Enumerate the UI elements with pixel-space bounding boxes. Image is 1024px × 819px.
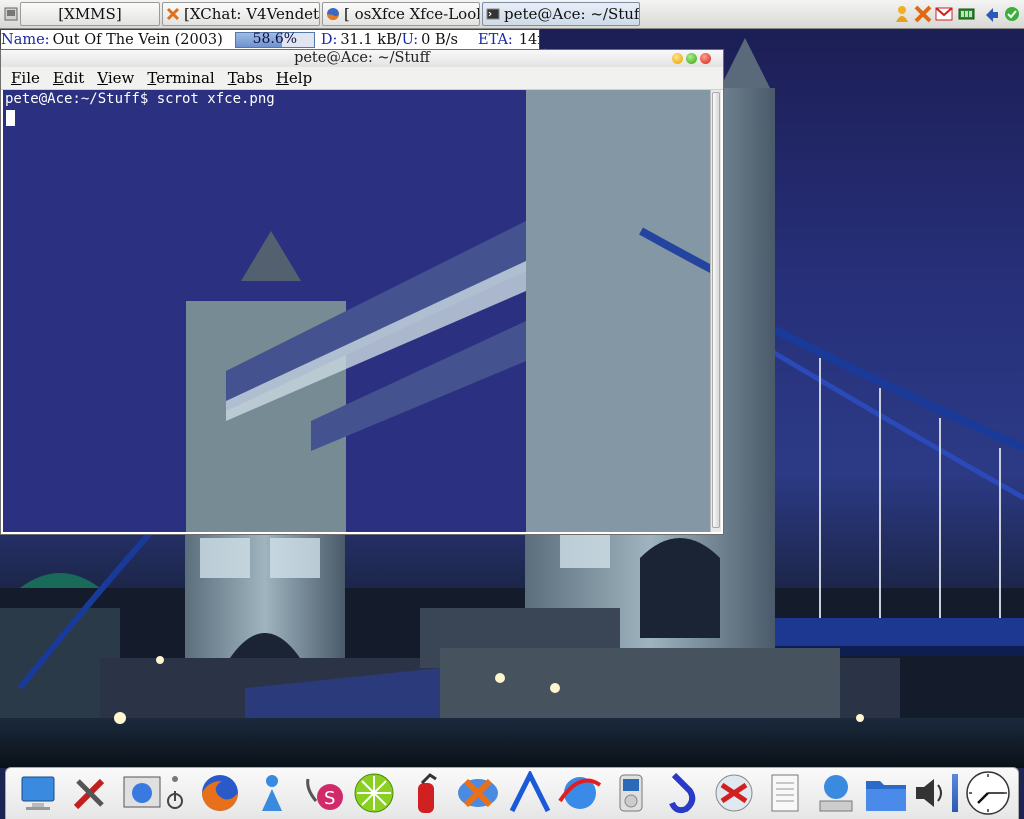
ipod-icon[interactable] <box>608 771 652 815</box>
document-icon[interactable] <box>764 771 808 815</box>
volume-icon[interactable] <box>912 771 946 815</box>
terminal-prompt-line: pete@Ace:~/Stuff$ scrot xfce.png <box>5 91 275 107</box>
menu-edit[interactable]: Edit <box>53 69 84 87</box>
terminal-cursor <box>6 110 15 126</box>
desktop-menu-icon[interactable] <box>4 7 18 21</box>
eta-label: ETA: <box>477 32 513 48</box>
menu-help[interactable]: Help <box>276 69 312 87</box>
power-icon[interactable] <box>162 771 188 815</box>
upload-rate: 0 B/s <box>421 32 458 48</box>
svg-text:S: S <box>324 788 335 809</box>
sax-icon[interactable] <box>660 771 704 815</box>
terminal-scrollbar[interactable] <box>710 90 721 532</box>
terminal-screen[interactable]: pete@Ace:~/Stuff$ scrot xfce.png <box>3 90 711 532</box>
terminal-transparent-background <box>3 90 711 532</box>
task-label: [XMMS] <box>58 5 122 23</box>
download-progress-bar: 58.6% <box>234 31 315 48</box>
terminal-menubar: File Edit View Terminal Tabs Help <box>1 67 723 90</box>
download-label: D: <box>320 32 338 48</box>
download-rate: 31.1 kB/ <box>340 32 402 48</box>
xchat-tray-icon[interactable] <box>914 5 932 23</box>
top-panel: [XMMS] [XChat: V4Vendetta... [ osXfce Xf… <box>0 0 1024 29</box>
fire-extinguisher-icon[interactable] <box>404 771 448 815</box>
task-firefox[interactable]: [ osXfce Xfce-Look.... <box>322 2 480 26</box>
terminal-icon <box>486 8 500 20</box>
gmail-icon[interactable] <box>935 5 953 23</box>
task-xmms[interactable]: [XMMS] <box>20 2 160 26</box>
xchat-icon[interactable] <box>456 771 500 815</box>
progress-percent: 58.6% <box>252 31 298 47</box>
task-terminal[interactable]: pete@Ace: ~/Stuff <box>482 2 640 26</box>
finder-icon[interactable] <box>16 771 60 815</box>
update-icon[interactable] <box>1003 5 1021 23</box>
eta-value: 14m 03s <box>518 32 539 48</box>
network-monitor-icon[interactable] <box>814 771 858 815</box>
minimize-button[interactable] <box>672 53 683 64</box>
menu-view[interactable]: View <box>97 69 134 87</box>
upload-label: U: <box>401 32 419 48</box>
task-label: [XChat: V4Vendetta... <box>184 5 319 23</box>
web-globe-icon[interactable] <box>558 771 602 815</box>
terminal-window[interactable]: pete@Ace: ~/Stuff File Edit View Termina… <box>0 49 724 535</box>
firefox-icon <box>327 8 339 20</box>
track-name: Out Of The Vein (2003) <box>52 32 223 48</box>
maximize-button[interactable] <box>686 53 697 64</box>
task-xchat[interactable]: [XChat: V4Vendetta... <box>162 2 320 26</box>
limewire-icon[interactable] <box>352 771 396 815</box>
arc-icon[interactable] <box>508 769 552 815</box>
clock-icon[interactable] <box>964 769 1012 817</box>
window-title: pete@Ace: ~/Stuff <box>294 50 430 66</box>
menu-terminal[interactable]: Terminal <box>147 69 214 87</box>
close-button[interactable] <box>700 53 711 64</box>
user-icon[interactable] <box>893 5 911 23</box>
menu-tabs[interactable]: Tabs <box>228 69 263 87</box>
terminal-titlebar[interactable]: pete@Ace: ~/Stuff <box>1 50 723 67</box>
volume-slider[interactable] <box>952 774 958 812</box>
network-icon[interactable] <box>983 5 1001 23</box>
task-label: pete@Ace: ~/Stuff <box>504 5 639 23</box>
skype-icon[interactable]: S <box>302 771 346 815</box>
web-browser-icon[interactable] <box>120 771 164 815</box>
battery-icon[interactable] <box>958 5 976 23</box>
xmms-status-bar: Name: Out Of The Vein (2003) 58.6% D: 31… <box>0 29 540 51</box>
task-label: [ osXfce Xfce-Look.... <box>344 5 479 23</box>
bottom-dock: S <box>5 767 1019 819</box>
menu-file[interactable]: File <box>11 69 40 87</box>
name-label: Name: <box>1 32 50 48</box>
settings-tools-icon[interactable] <box>68 771 112 815</box>
user-info-icon[interactable] <box>250 771 294 815</box>
firefox-icon[interactable] <box>198 771 242 815</box>
folder-icon[interactable] <box>864 771 908 815</box>
xchat-icon <box>166 7 180 21</box>
instant-messenger-icon[interactable] <box>712 771 756 815</box>
